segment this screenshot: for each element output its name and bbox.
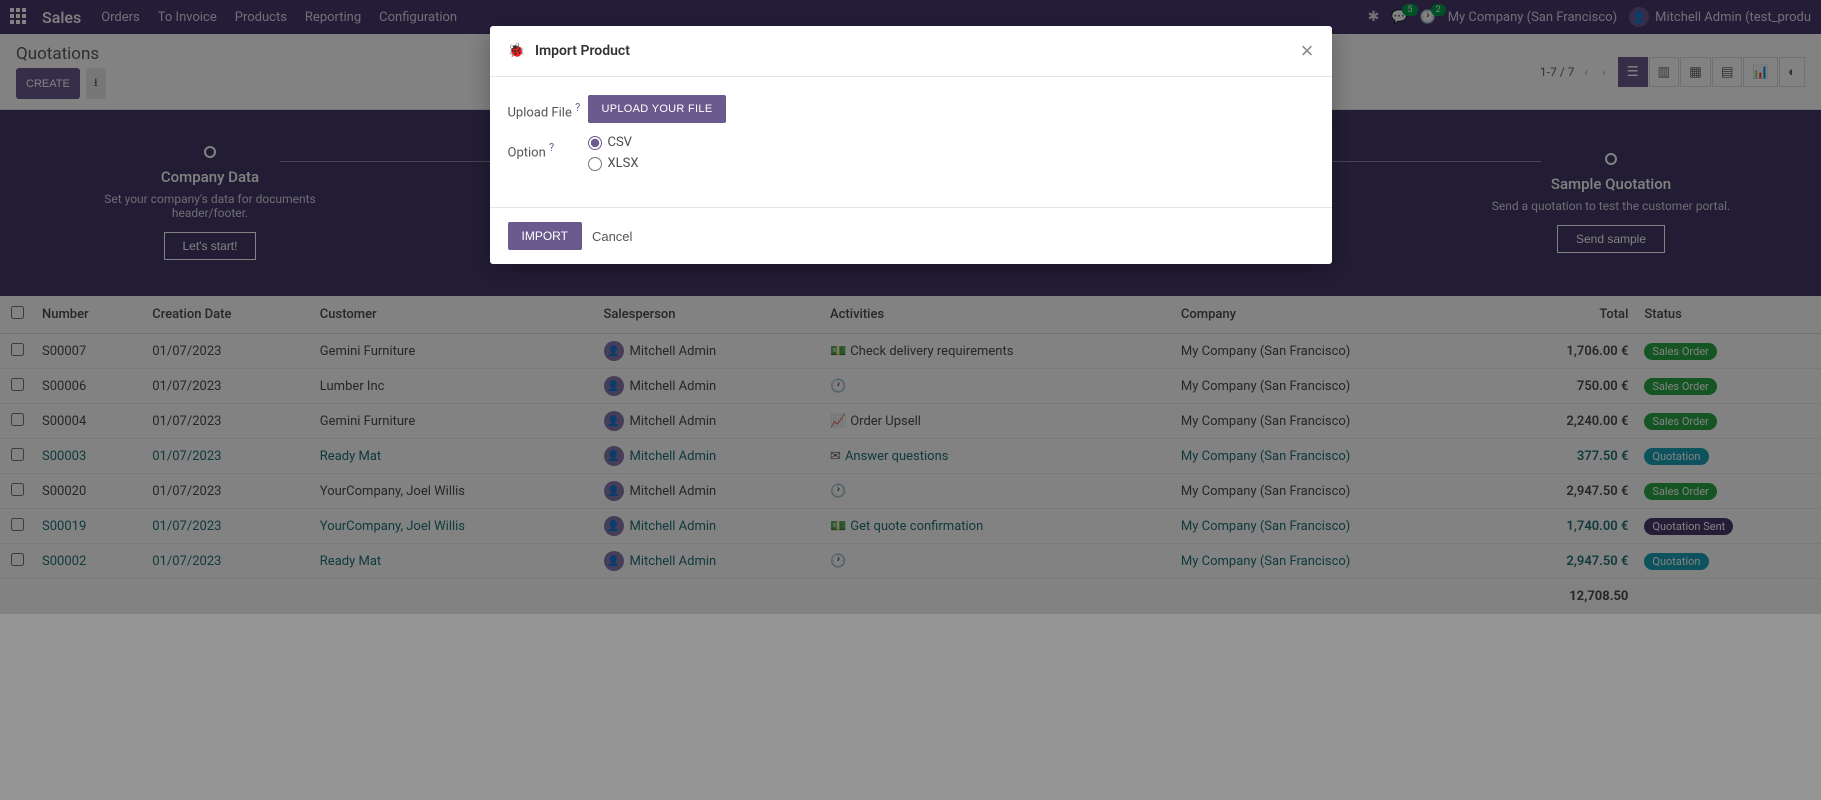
option-csv-radio[interactable]: CSV — [588, 135, 639, 150]
option-label: Option ? — [508, 135, 588, 171]
import-button[interactable]: Import — [508, 222, 582, 250]
upload-your-file-button[interactable]: UPLOAD YOUR FILE — [588, 95, 727, 123]
option-xlsx-radio[interactable]: XLSX — [588, 156, 639, 171]
upload-file-label: Upload File ? — [508, 95, 588, 123]
modal-title: Import Product — [535, 43, 1301, 59]
cancel-button[interactable]: Cancel — [592, 222, 632, 250]
bug-icon: 🐞 — [508, 43, 525, 59]
close-icon[interactable]: × — [1301, 38, 1314, 64]
help-icon[interactable]: ? — [575, 101, 580, 114]
import-product-modal: 🐞 Import Product × Upload File ? UPLOAD … — [490, 26, 1332, 264]
modal-overlay[interactable]: 🐞 Import Product × Upload File ? UPLOAD … — [0, 0, 1821, 800]
help-icon[interactable]: ? — [549, 141, 554, 154]
